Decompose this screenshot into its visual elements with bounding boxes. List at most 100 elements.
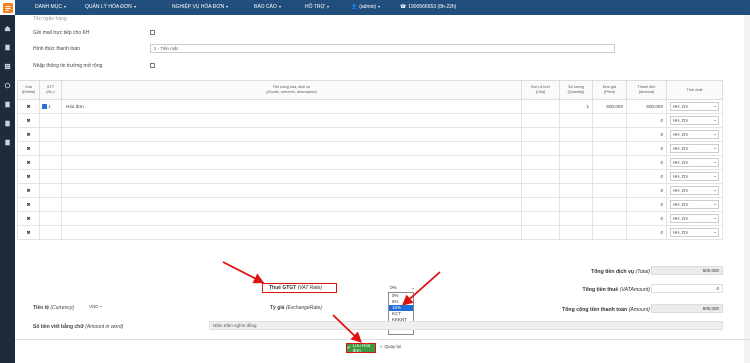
type-select[interactable]: HH, DV <box>670 172 719 181</box>
type-cell[interactable]: HH, DV <box>666 155 723 170</box>
delete-row-icon[interactable]: ✖ <box>17 99 40 114</box>
currency-select[interactable]: VND <box>86 302 110 311</box>
item-name-cell[interactable] <box>61 197 522 212</box>
quantity-cell[interactable] <box>559 169 593 184</box>
type-cell[interactable]: HH, DV <box>666 113 723 128</box>
table-row: ✖ 0 HH, DV <box>17 225 723 240</box>
price-cell[interactable] <box>592 155 627 170</box>
back-button[interactable]: « Quay lại <box>380 344 401 349</box>
delete-row-icon[interactable]: ✖ <box>17 141 40 156</box>
unit-cell[interactable] <box>521 169 560 184</box>
item-name-cell[interactable] <box>61 141 522 156</box>
save-invoice-button[interactable]: ✔ Lưu Hóa đơn <box>346 343 376 353</box>
item-name-cell[interactable] <box>61 127 522 142</box>
invoice-icon[interactable] <box>4 63 11 70</box>
unit-cell[interactable] <box>521 141 560 156</box>
quantity-cell[interactable]: 1 <box>559 99 593 114</box>
send-mail-checkbox[interactable] <box>150 30 155 35</box>
type-select[interactable]: HH, DV <box>670 228 719 237</box>
item-name-cell[interactable]: Hóa đơn <box>61 99 522 114</box>
unit-cell[interactable] <box>521 197 560 212</box>
type-select[interactable]: HH, DV <box>670 116 719 125</box>
delete-row-icon[interactable]: ✖ <box>17 169 40 184</box>
type-select[interactable]: HH, DV <box>670 186 719 195</box>
nav-nghiep-vu-hoa-don[interactable]: NGHIỆP VỤ HÓA ĐƠN <box>172 4 229 10</box>
quantity-cell[interactable] <box>559 141 593 156</box>
quantity-cell[interactable] <box>559 197 593 212</box>
file-icon[interactable] <box>4 101 11 108</box>
payment-method-field[interactable]: 1 - Tiền mặt <box>150 44 615 53</box>
price-cell[interactable] <box>592 183 627 198</box>
column-header: Thành tiền (Amount) <box>626 80 667 100</box>
type-cell[interactable]: HH, DV <box>666 225 723 240</box>
type-cell[interactable]: HH, DV <box>666 197 723 212</box>
delete-row-icon[interactable]: ✖ <box>17 183 40 198</box>
quantity-cell[interactable] <box>559 155 593 170</box>
unit-cell[interactable] <box>521 155 560 170</box>
type-cell[interactable]: HH, DV <box>666 169 723 184</box>
type-cell[interactable]: HH, DV <box>666 99 723 114</box>
grand-total-value: 500,000 <box>651 304 723 313</box>
type-select[interactable]: HH, DV <box>670 102 719 111</box>
nav-danh-muc[interactable]: DANH MỤC <box>35 4 66 10</box>
type-cell[interactable]: HH, DV <box>666 183 723 198</box>
quantity-cell[interactable] <box>559 113 593 128</box>
nav-quan-ly-hoa-don[interactable]: QUẢN LÝ HÓA ĐƠN <box>85 4 136 10</box>
chevron-down-icon <box>63 6 66 8</box>
unit-cell[interactable] <box>521 225 560 240</box>
unit-cell[interactable] <box>521 113 560 128</box>
item-name-cell[interactable] <box>61 169 522 184</box>
scrollbar[interactable] <box>744 15 750 363</box>
document-icon[interactable] <box>4 44 11 51</box>
file-icon[interactable] <box>4 139 11 146</box>
file-icon[interactable] <box>4 120 11 127</box>
type-cell[interactable]: HH, DV <box>666 127 723 142</box>
type-cell[interactable]: HH, DV <box>666 141 723 156</box>
unit-cell[interactable] <box>521 127 560 142</box>
item-name-cell[interactable] <box>61 225 522 240</box>
delete-row-icon[interactable]: ✖ <box>17 197 40 212</box>
vat-selected-value: 0% <box>390 286 397 291</box>
row-checkbox[interactable] <box>42 104 47 110</box>
home-icon[interactable] <box>4 25 11 32</box>
price-cell[interactable] <box>592 169 627 184</box>
type-select[interactable]: HH, DV <box>670 158 719 167</box>
nav-bao-cao[interactable]: BÁO CÁO <box>254 4 281 10</box>
delete-row-icon[interactable]: ✖ <box>17 155 40 170</box>
delete-row-icon[interactable]: ✖ <box>17 113 40 128</box>
quantity-cell[interactable] <box>559 127 593 142</box>
item-name-cell[interactable] <box>61 155 522 170</box>
price-cell[interactable] <box>592 141 627 156</box>
delete-row-icon[interactable]: ✖ <box>17 211 40 226</box>
type-select[interactable]: HH, DV <box>670 200 719 209</box>
item-name-cell[interactable] <box>61 211 522 226</box>
quantity-cell[interactable] <box>559 183 593 198</box>
type-cell[interactable]: HH, DV <box>666 211 723 226</box>
unit-cell[interactable] <box>521 183 560 198</box>
type-select[interactable]: HH, DV <box>670 214 719 223</box>
price-cell[interactable]: 500,000 <box>592 99 627 114</box>
vat-rate-select[interactable]: 0% <box>388 285 416 292</box>
app-logo[interactable] <box>0 0 15 15</box>
delete-row-icon[interactable]: ✖ <box>17 127 40 142</box>
price-cell[interactable] <box>592 197 627 212</box>
type-select[interactable]: HH, DV <box>670 144 719 153</box>
price-cell[interactable] <box>592 225 627 240</box>
price-cell[interactable] <box>592 211 627 226</box>
delete-row-icon[interactable]: ✖ <box>17 225 40 240</box>
chevron-down-icon <box>133 6 136 8</box>
unit-cell[interactable] <box>521 99 560 114</box>
type-select[interactable]: HH, DV <box>670 130 719 139</box>
unit-cell[interactable] <box>521 211 560 226</box>
nav-hotline[interactable]: ☎ 1900566653 (8h-22h) <box>400 4 456 10</box>
item-name-cell[interactable] <box>61 113 522 128</box>
price-cell[interactable] <box>592 127 627 142</box>
nav-user-menu[interactable]: 👤 (admin) <box>351 4 381 10</box>
quantity-cell[interactable] <box>559 225 593 240</box>
nav-ho-tro[interactable]: HỖ TRỢ <box>305 4 329 10</box>
refresh-icon[interactable] <box>4 82 11 89</box>
item-name-cell[interactable] <box>61 183 522 198</box>
extended-fields-checkbox[interactable] <box>150 63 155 68</box>
price-cell[interactable] <box>592 113 627 128</box>
quantity-cell[interactable] <box>559 211 593 226</box>
